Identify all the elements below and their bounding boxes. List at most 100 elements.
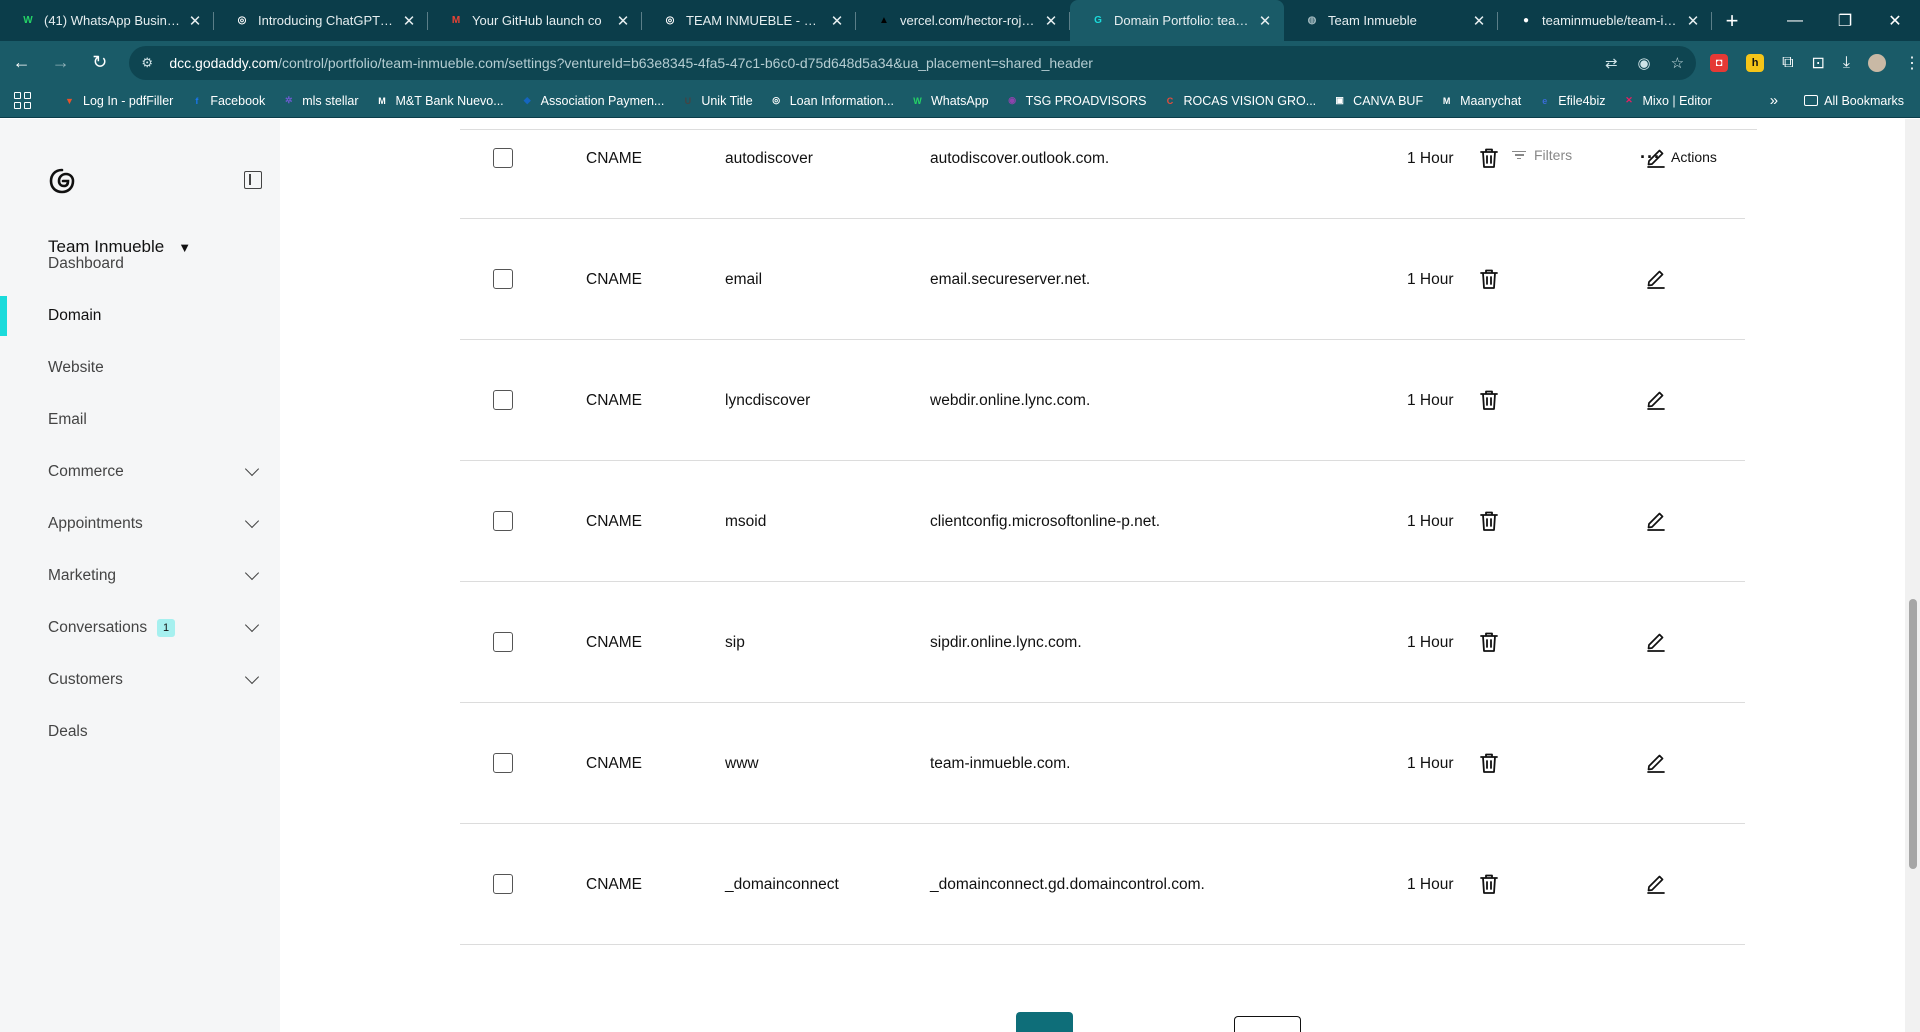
chevron-down-icon[interactable] bbox=[244, 565, 260, 581]
row-checkbox[interactable] bbox=[493, 269, 513, 289]
close-tab-icon[interactable]: ✕ bbox=[400, 12, 418, 30]
edit-pencil-icon[interactable] bbox=[1645, 630, 1667, 652]
bookmark-item[interactable]: ✕ Mixo | Editor bbox=[1622, 93, 1712, 108]
all-bookmarks-button[interactable]: All Bookmarks bbox=[1804, 94, 1904, 108]
filters-button[interactable]: Filters bbox=[1512, 147, 1572, 163]
chevron-down-icon[interactable] bbox=[244, 617, 260, 633]
extension-honey-icon[interactable]: h bbox=[1746, 53, 1765, 72]
scrollbar-thumb[interactable] bbox=[1909, 599, 1917, 869]
address-bar[interactable]: ⚙ dcc.godaddy.com/control/portfolio/team… bbox=[129, 45, 1697, 80]
sidebar-item-appointments[interactable]: Appointments bbox=[0, 504, 280, 544]
record-value: clientconfig.microsoftonline-p.net. bbox=[930, 513, 1161, 530]
edit-pencil-icon[interactable] bbox=[1645, 388, 1667, 410]
eye-off-icon[interactable]: ◉ bbox=[1638, 54, 1651, 72]
bookmark-item[interactable]: C ROCAS VISION GRO... bbox=[1163, 93, 1316, 108]
sidebar-item-marketing[interactable]: Marketing bbox=[0, 556, 280, 596]
edit-pencil-icon[interactable] bbox=[1645, 509, 1667, 531]
restore-icon[interactable]: ❐ bbox=[1820, 0, 1870, 41]
trash-icon[interactable] bbox=[1478, 267, 1500, 291]
close-tab-icon[interactable]: ✕ bbox=[186, 12, 204, 30]
close-window-icon[interactable]: ✕ bbox=[1870, 0, 1920, 41]
sidebar-item-website[interactable]: Website bbox=[0, 348, 280, 388]
actions-button[interactable]: ··· Actions bbox=[1640, 148, 1717, 166]
chevron-down-icon[interactable] bbox=[244, 461, 260, 477]
apps-grid-icon[interactable] bbox=[14, 91, 32, 110]
row-checkbox[interactable] bbox=[493, 390, 513, 410]
browser-tab[interactable]: W (41) WhatsApp Business ✕ bbox=[0, 0, 214, 41]
bookmark-item[interactable]: e Efile4biz bbox=[1537, 93, 1605, 108]
extension-pocket-icon[interactable]: ◘ bbox=[1710, 53, 1729, 72]
sidebar-item-email[interactable]: Email bbox=[0, 400, 280, 440]
edit-pencil-icon[interactable] bbox=[1645, 751, 1667, 773]
trash-icon[interactable] bbox=[1478, 872, 1500, 896]
trash-icon[interactable] bbox=[1478, 388, 1500, 412]
new-tab-button[interactable]: + bbox=[1712, 0, 1752, 41]
bookmark-item[interactable]: ◉ TSG PROADVISORS bbox=[1005, 93, 1146, 108]
close-tab-icon[interactable]: ✕ bbox=[614, 12, 632, 30]
reload-icon[interactable]: ↻ bbox=[82, 45, 117, 81]
close-tab-icon[interactable]: ✕ bbox=[1042, 12, 1060, 30]
trash-icon[interactable] bbox=[1478, 146, 1500, 170]
sidebar-item-deals[interactable]: Deals bbox=[0, 712, 280, 752]
forward-icon[interactable]: → bbox=[43, 45, 78, 81]
record-value: autodiscover.outlook.com. bbox=[930, 150, 1110, 167]
primary-button[interactable] bbox=[1016, 1012, 1073, 1032]
close-tab-icon[interactable]: ✕ bbox=[828, 12, 846, 30]
collapse-sidebar-icon[interactable] bbox=[244, 171, 262, 189]
secondary-button[interactable] bbox=[1234, 1016, 1301, 1032]
row-checkbox[interactable] bbox=[493, 511, 513, 531]
bookmark-item[interactable]: f Facebook bbox=[189, 93, 265, 108]
bookmark-star-icon[interactable]: ☆ bbox=[1671, 54, 1684, 72]
page-scrollbar[interactable] bbox=[1905, 119, 1920, 1032]
bookmark-item[interactable]: ▼ Log In - pdfFiller bbox=[62, 93, 173, 108]
browser-tab[interactable]: G Domain Portfolio: team-in ✕ bbox=[1070, 0, 1284, 41]
browser-tab[interactable]: ◎ Introducing ChatGPT | Op ✕ bbox=[214, 0, 428, 41]
back-icon[interactable]: ← bbox=[4, 45, 39, 81]
sidebar-item-commerce[interactable]: Commerce bbox=[0, 452, 280, 492]
godaddy-logo-icon[interactable] bbox=[48, 167, 76, 195]
bookmark-item[interactable]: W WhatsApp bbox=[910, 93, 988, 108]
profile-avatar-icon[interactable] bbox=[1867, 53, 1886, 72]
row-checkbox[interactable] bbox=[493, 753, 513, 773]
close-tab-icon[interactable]: ✕ bbox=[1256, 12, 1274, 30]
trash-icon[interactable] bbox=[1478, 630, 1500, 654]
download-icon[interactable]: ⤓ bbox=[1843, 54, 1850, 72]
tab-search-icon[interactable]: ⊡ bbox=[1812, 53, 1825, 73]
sidebar-item-label: Conversations bbox=[48, 619, 148, 636]
bookmark-item[interactable]: ▣ CANVA BUF bbox=[1332, 93, 1423, 108]
edit-pencil-icon[interactable] bbox=[1645, 267, 1667, 289]
extensions-puzzle-icon[interactable]: ⧉ bbox=[1782, 54, 1793, 72]
bookmark-item[interactable]: ◆ Association Paymen... bbox=[520, 93, 665, 108]
sidebar-item-conversations[interactable]: Conversations 1 bbox=[0, 608, 280, 648]
minimize-icon[interactable]: — bbox=[1770, 0, 1820, 41]
edit-pencil-icon[interactable] bbox=[1645, 872, 1667, 894]
bookmark-item[interactable]: M Maanychat bbox=[1439, 93, 1521, 108]
notification-badge: 1 bbox=[157, 619, 176, 637]
browser-menu-icon[interactable]: ⋮ bbox=[1904, 53, 1920, 73]
bookmark-item[interactable]: M M&T Bank Nuevo... bbox=[375, 93, 503, 108]
row-checkbox[interactable] bbox=[493, 874, 513, 894]
bookmark-item[interactable]: U Unik Title bbox=[680, 93, 753, 108]
bookmark-item[interactable]: ◎ Loan Information... bbox=[769, 93, 894, 108]
sidebar-item-dashboard[interactable]: Dashboard bbox=[0, 244, 280, 284]
translate-icon[interactable]: ⇄ bbox=[1605, 54, 1618, 72]
site-info-icon[interactable]: ⚙ bbox=[141, 55, 159, 71]
row-checkbox[interactable] bbox=[493, 632, 513, 652]
record-name: lyncdiscover bbox=[725, 392, 811, 409]
browser-tab[interactable]: M Your GitHub launch co ✕ bbox=[428, 0, 642, 41]
browser-tab[interactable]: ▲ vercel.com/hector-rojas-s ✕ bbox=[856, 0, 1070, 41]
close-tab-icon[interactable]: ✕ bbox=[1684, 12, 1702, 30]
sidebar-item-customers[interactable]: Customers bbox=[0, 660, 280, 700]
browser-tab[interactable]: ◎ TEAM INMUEBLE - Crear p ✕ bbox=[642, 0, 856, 41]
browser-tab[interactable]: ◍ Team Inmueble ✕ bbox=[1284, 0, 1498, 41]
row-checkbox[interactable] bbox=[493, 148, 513, 168]
close-tab-icon[interactable]: ✕ bbox=[1470, 12, 1488, 30]
bookmark-item[interactable]: ✲ mls stellar bbox=[281, 93, 359, 108]
chevron-down-icon[interactable] bbox=[244, 669, 260, 685]
browser-tab[interactable]: ● teaminmueble/team-inmu ✕ bbox=[1498, 0, 1712, 41]
trash-icon[interactable] bbox=[1478, 509, 1500, 533]
more-bookmarks-icon[interactable]: » bbox=[1770, 92, 1778, 109]
chevron-down-icon[interactable] bbox=[244, 513, 260, 529]
trash-icon[interactable] bbox=[1478, 751, 1500, 775]
sidebar-item-domain[interactable]: Domain bbox=[0, 296, 280, 336]
